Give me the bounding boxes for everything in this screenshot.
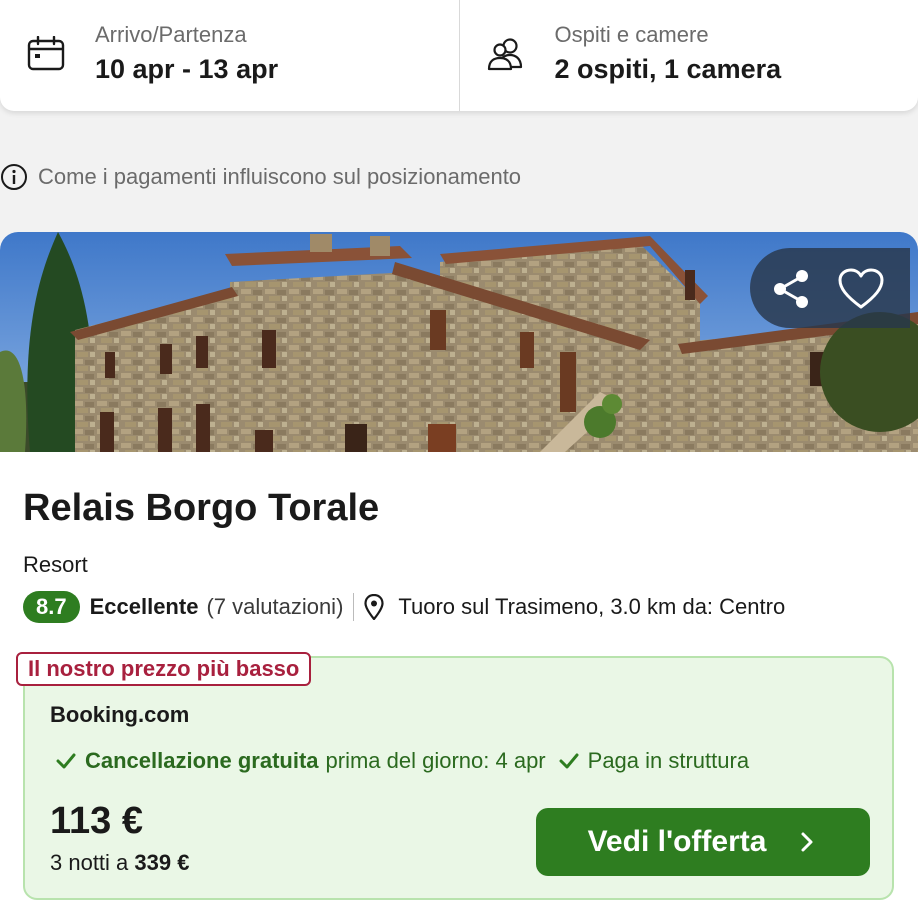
map-pin-icon [364, 594, 384, 620]
heart-icon[interactable] [836, 266, 886, 312]
payment-ranking-info-link[interactable]: Come i pagamenti influiscono sul posizio… [0, 162, 521, 192]
provider-name: Booking.com [50, 702, 190, 727]
rating-word: Eccellente [89, 594, 199, 619]
nightly-price: 113 € [50, 800, 143, 842]
share-icon[interactable] [768, 266, 814, 312]
offer-perks: Cancellazione gratuita prima del giorno:… [55, 748, 761, 774]
info-icon [1, 164, 27, 190]
location-text[interactable]: Tuoro sul Trasimeno, 3.0 km da: Centro [398, 594, 785, 620]
free-cancellation-deadline: prima del giorno: 4 apr [325, 748, 546, 773]
guests-value: 2 ospiti, 1 camera [554, 54, 782, 84]
check-icon [559, 753, 579, 769]
guests-selector[interactable]: Ospiti e camere 2 ospiti, 1 camera [460, 0, 918, 111]
free-cancellation-label: Cancellazione gratuita [85, 748, 319, 773]
pay-at-property-label: Paga in struttura [587, 748, 750, 773]
divider [353, 593, 355, 621]
rating-count: (7 valutazioni) [206, 594, 344, 619]
users-icon [487, 38, 522, 71]
lowest-price-tag: Il nostro prezzo più basso [16, 652, 312, 686]
total-price: 3 notti a 339 € [50, 850, 189, 876]
view-offer-label: Vedi l'offerta [587, 825, 767, 858]
view-offer-button[interactable]: Vedi l'offerta [536, 808, 870, 876]
payment-ranking-info-text: Come i pagamenti influiscono sul posizio… [38, 164, 522, 189]
offer-box[interactable]: Booking.com Cancellazione gratuita prima… [23, 656, 894, 900]
total-prefix: 3 notti a [50, 850, 129, 875]
dates-selector[interactable]: Arrivo/Partenza 10 apr - 13 apr [0, 0, 460, 111]
rating-location-row: 8.7 Eccellente (7 valutazioni) Tuoro sul… [23, 590, 785, 624]
check-icon [56, 753, 76, 769]
chevron-right-icon [801, 832, 813, 852]
hotel-photo[interactable] [0, 232, 918, 452]
dates-value: 10 apr - 13 apr [95, 54, 279, 84]
hotel-name[interactable]: Relais Borgo Torale [23, 487, 379, 530]
hotel-card[interactable]: Relais Borgo Torale Resort 8.7 Eccellent… [0, 232, 918, 900]
calendar-icon [27, 36, 65, 71]
rating-badge: 8.7 [23, 591, 80, 623]
photo-actions [750, 248, 910, 328]
property-type: Resort [23, 552, 88, 577]
dates-label: Arrivo/Partenza [95, 22, 247, 47]
total-amount: 339 € [134, 850, 190, 875]
guests-label: Ospiti e camere [554, 22, 709, 47]
search-bar: Arrivo/Partenza 10 apr - 13 apr Ospiti e… [0, 0, 918, 111]
